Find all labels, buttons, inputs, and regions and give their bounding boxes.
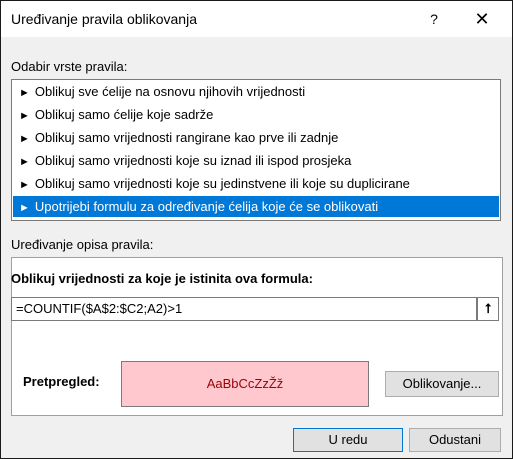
format-preview: AaBbCcZzŽž (121, 361, 369, 407)
cancel-button[interactable]: Odustani (409, 428, 501, 452)
rule-type-item-label: Oblikuj sve ćelije na osnovu njihovih vr… (34, 84, 306, 99)
rule-type-item[interactable]: ► Oblikuj sve ćelije na osnovu njihovih v… (13, 81, 499, 102)
rule-type-item-label: Oblikuj samo vrijednosti rangirane kao p… (34, 130, 339, 145)
rule-edit-label: Uređivanje opisa pravila: (11, 237, 154, 252)
rule-type-item-label: Oblikuj samo vrijednosti koje su iznad i… (34, 153, 352, 168)
conditional-format-dialog: Uređivanje pravila oblikovanja ? ✕ Odabi… (0, 0, 513, 459)
arrow-icon: ► (19, 202, 30, 214)
arrow-icon: ► (19, 179, 30, 191)
close-icon[interactable]: ✕ (467, 7, 497, 31)
rule-type-list[interactable]: ► Oblikuj sve ćelije na osnovu njihovih v… (11, 79, 501, 221)
rule-type-label: Odabir vrste pravila: (11, 59, 128, 74)
arrow-icon: ► (19, 110, 30, 122)
title-bar: Uređivanje pravila oblikovanja ? ✕ (1, 1, 512, 37)
formula-label: Oblikuj vrijednosti za koje je istinita … (11, 271, 313, 286)
rule-type-item-label: Oblikuj samo ćelije koje sadrže (34, 107, 214, 122)
rule-type-item[interactable]: ► Oblikuj samo ćelije koje sadrže (13, 104, 499, 125)
rule-type-item[interactable]: ► Oblikuj samo vrijednosti koje su jedins… (13, 173, 499, 194)
rule-type-item[interactable]: ► Oblikuj samo vrijednosti rangirane kao … (13, 127, 499, 148)
formula-input[interactable]: =COUNTIF($A$2:$C2;A2)>1 (11, 297, 477, 321)
rule-type-item-label: Oblikuj samo vrijednosti koje su jedinst… (34, 176, 410, 191)
arrow-icon: ► (19, 156, 30, 168)
preview-label: Pretpregled: (23, 374, 100, 389)
rule-type-item[interactable]: ► Oblikuj samo vrijednosti koje su iznad … (13, 150, 499, 171)
arrow-icon: ► (19, 133, 30, 145)
ok-button[interactable]: U redu (293, 428, 403, 452)
format-button[interactable]: Oblikovanje... (385, 371, 499, 397)
rule-type-item-label: Upotrijebi formulu za određivanje ćelija… (34, 199, 379, 214)
help-icon[interactable]: ? (421, 7, 447, 31)
dialog-title: Uređivanje pravila oblikovanja (11, 11, 197, 27)
rule-type-item-selected[interactable]: ► Upotrijebi formulu za određivanje ćelij… (13, 196, 499, 217)
collapse-dialog-icon[interactable]: ⭡ (477, 297, 499, 321)
arrow-icon: ► (19, 87, 30, 99)
